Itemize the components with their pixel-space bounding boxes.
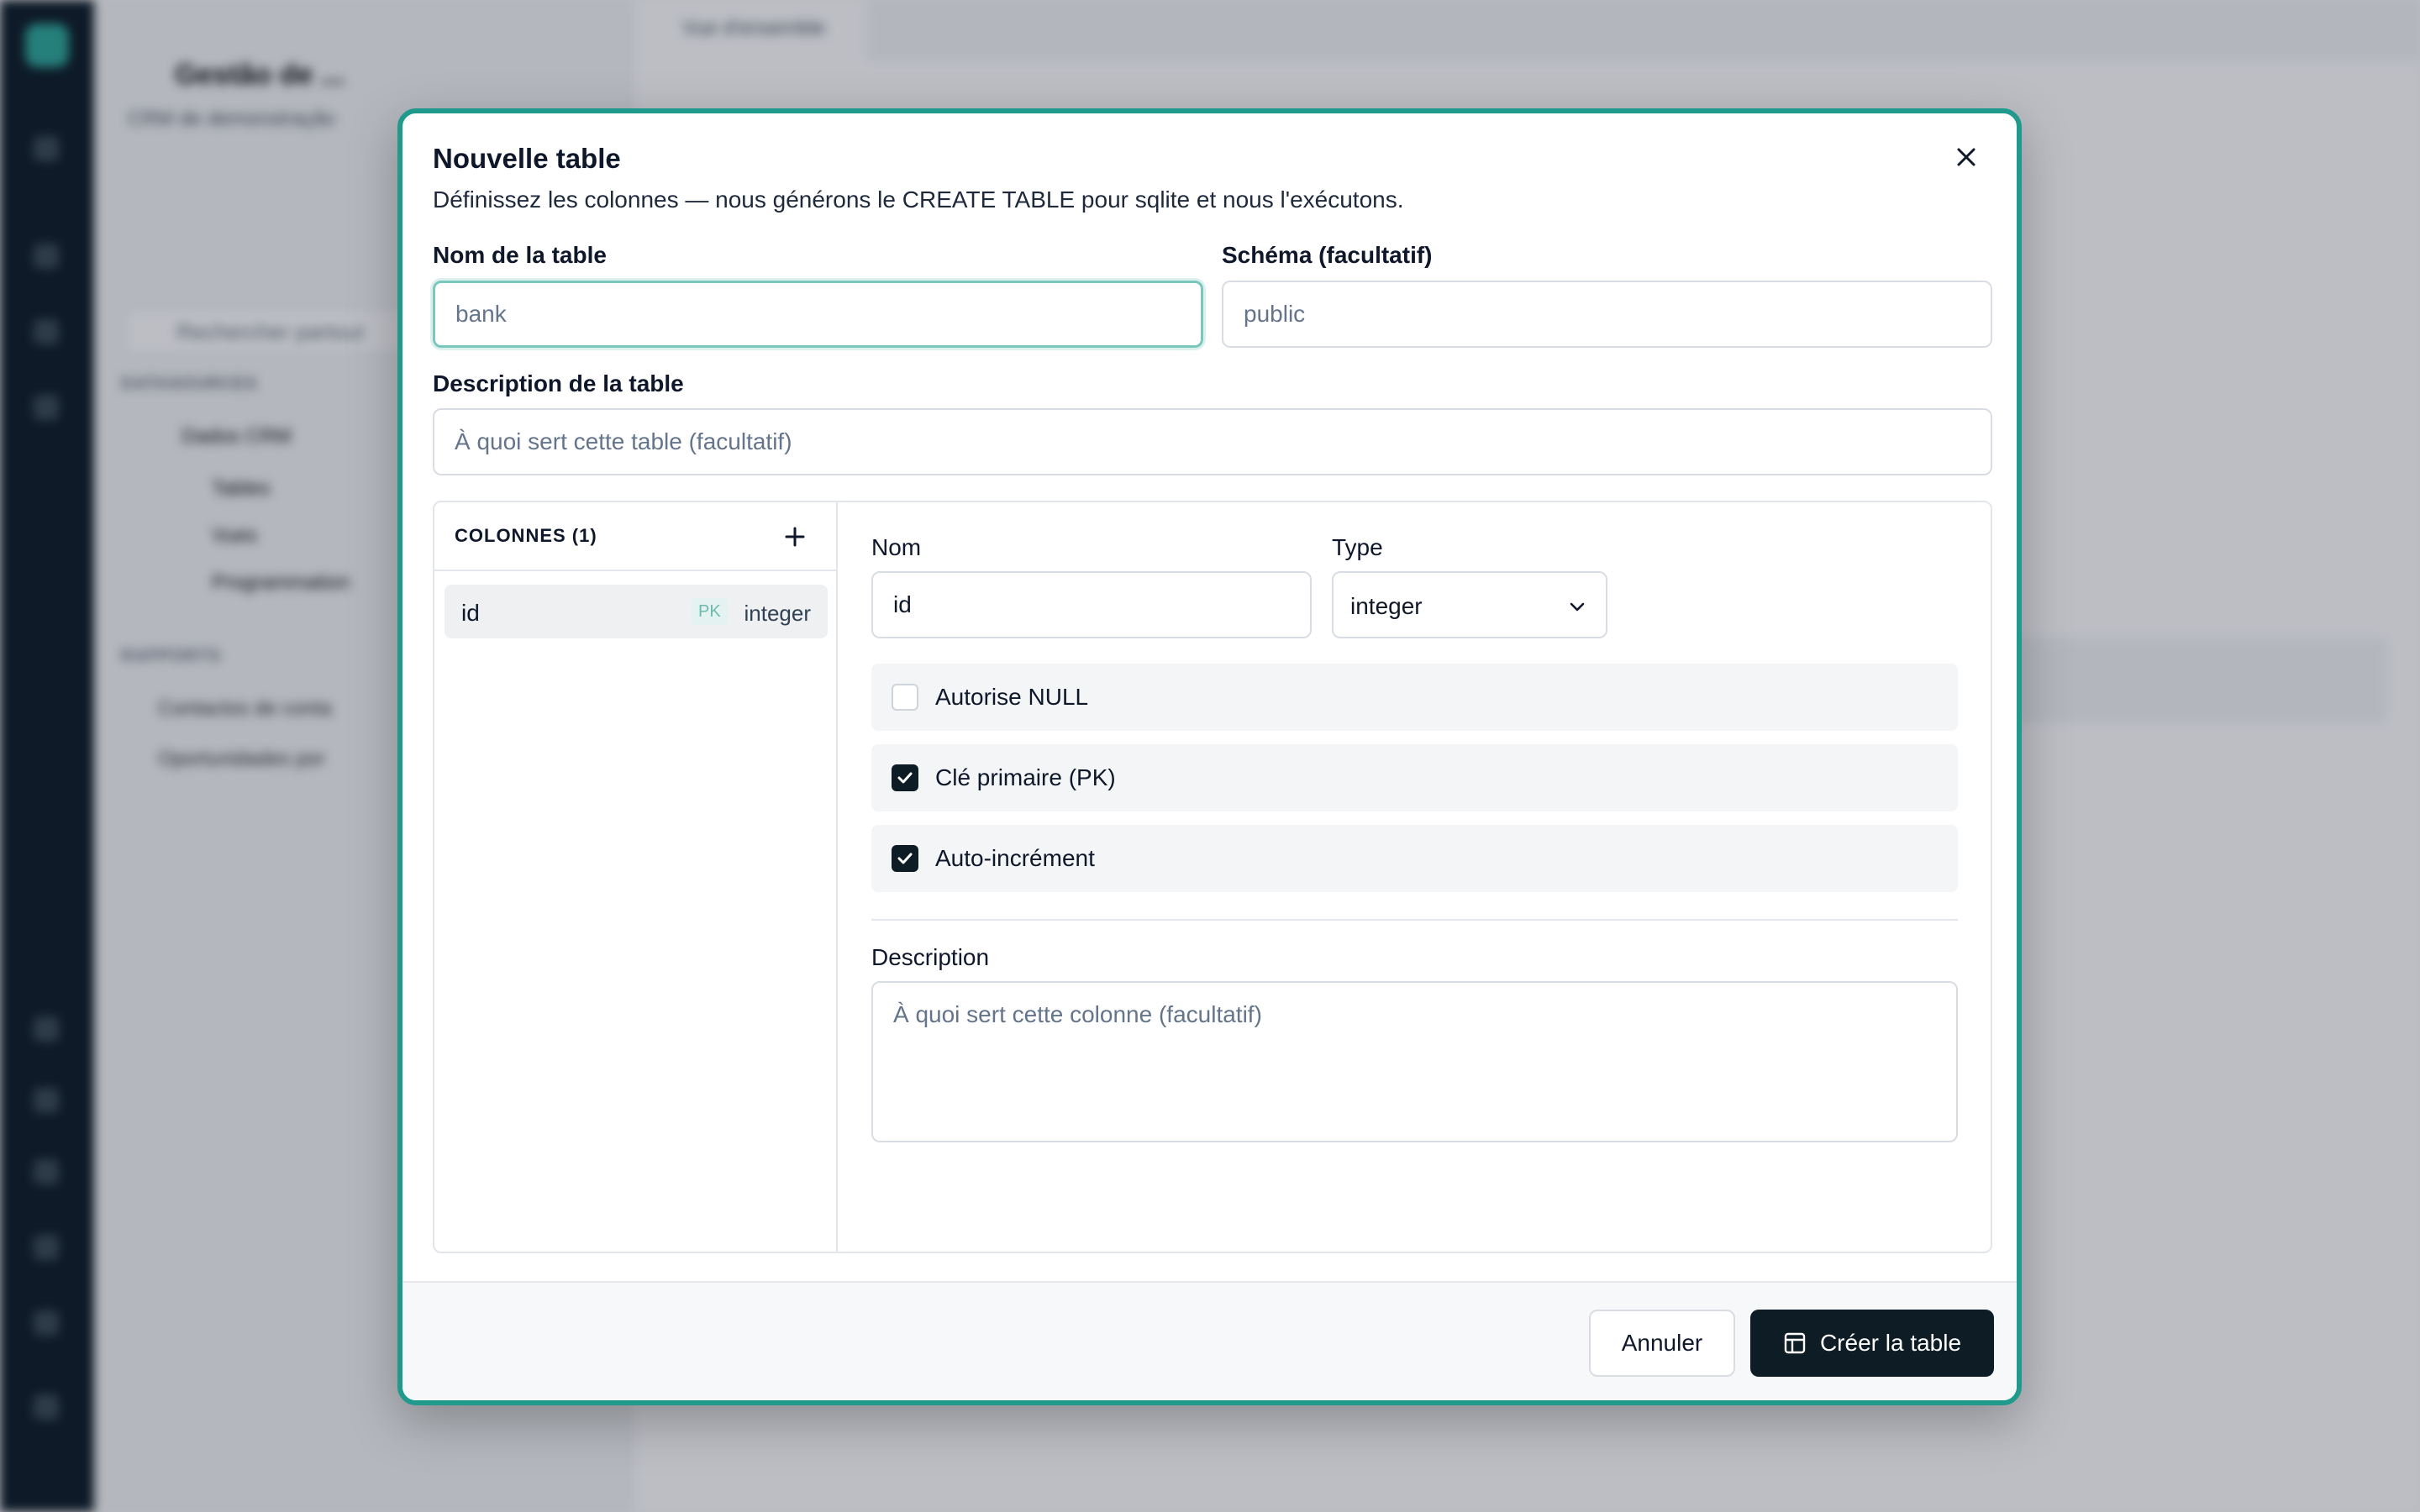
chevron-down-icon (1570, 602, 1585, 612)
dialog-description: Définissez les colonnes — nous générons … (433, 186, 1404, 213)
table-icon (1784, 1332, 1806, 1354)
column-item-name: id (461, 600, 480, 626)
column-description-label: Description (871, 944, 990, 970)
dialog-title: Nouvelle table (433, 143, 621, 174)
table-description-input[interactable] (433, 408, 1992, 475)
close-icon (1957, 148, 1975, 166)
schema-input[interactable] (1222, 281, 1992, 348)
primary-key-label: Clé primaire (PK) (935, 764, 1116, 790)
columns-header: COLONNES (1) (434, 502, 836, 571)
column-type-select[interactable]: integer (1332, 571, 1607, 638)
check-icon (897, 772, 913, 784)
plus-icon (785, 527, 805, 547)
columns-count-label: COLONNES (1) (455, 525, 597, 546)
close-button[interactable] (1949, 140, 1983, 174)
columns-panel: COLONNES (1) id PK integer Nom Type inte… (433, 501, 1992, 1253)
new-table-dialog: Nouvelle table Définissez les colonnes —… (397, 108, 2022, 1405)
column-type-value: integer (1350, 593, 1423, 619)
auto-increment-checkbox[interactable] (892, 845, 918, 872)
columns-list: COLONNES (1) id PK integer (434, 502, 838, 1252)
table-name-label: Nom de la table (433, 242, 607, 268)
schema-label: Schéma (facultatif) (1222, 242, 1433, 268)
option-primary-key[interactable]: Clé primaire (PK) (871, 744, 1958, 811)
column-type-label: Type (1332, 534, 1383, 560)
option-auto-increment[interactable]: Auto-incrément (871, 825, 1958, 892)
cancel-button[interactable]: Annuler (1589, 1310, 1735, 1377)
table-name-input[interactable] (433, 281, 1203, 348)
column-item-type: integer (744, 601, 812, 626)
column-name-label: Nom (871, 534, 922, 560)
dialog-footer: Annuler Créer la table (402, 1281, 2017, 1400)
create-table-button[interactable]: Créer la table (1750, 1310, 1994, 1377)
allow-null-checkbox[interactable] (892, 684, 918, 711)
column-description-textarea[interactable] (871, 981, 1958, 1142)
add-column-button[interactable] (779, 521, 811, 553)
create-table-label: Créer la table (1819, 1330, 1962, 1356)
pk-badge: PK (692, 598, 728, 625)
column-item-id[interactable]: id PK integer (445, 585, 828, 638)
check-icon (897, 853, 913, 864)
detail-divider (871, 919, 1958, 921)
table-description-label: Description de la table (433, 370, 684, 396)
auto-increment-label: Auto-incrément (935, 845, 1095, 871)
allow-null-label: Autorise NULL (935, 684, 1089, 710)
option-allow-null[interactable]: Autorise NULL (871, 664, 1958, 731)
column-detail: Nom Type integer Autorise NULL Clé (838, 502, 1991, 1252)
column-name-input[interactable] (871, 571, 1312, 638)
primary-key-checkbox[interactable] (892, 764, 918, 791)
